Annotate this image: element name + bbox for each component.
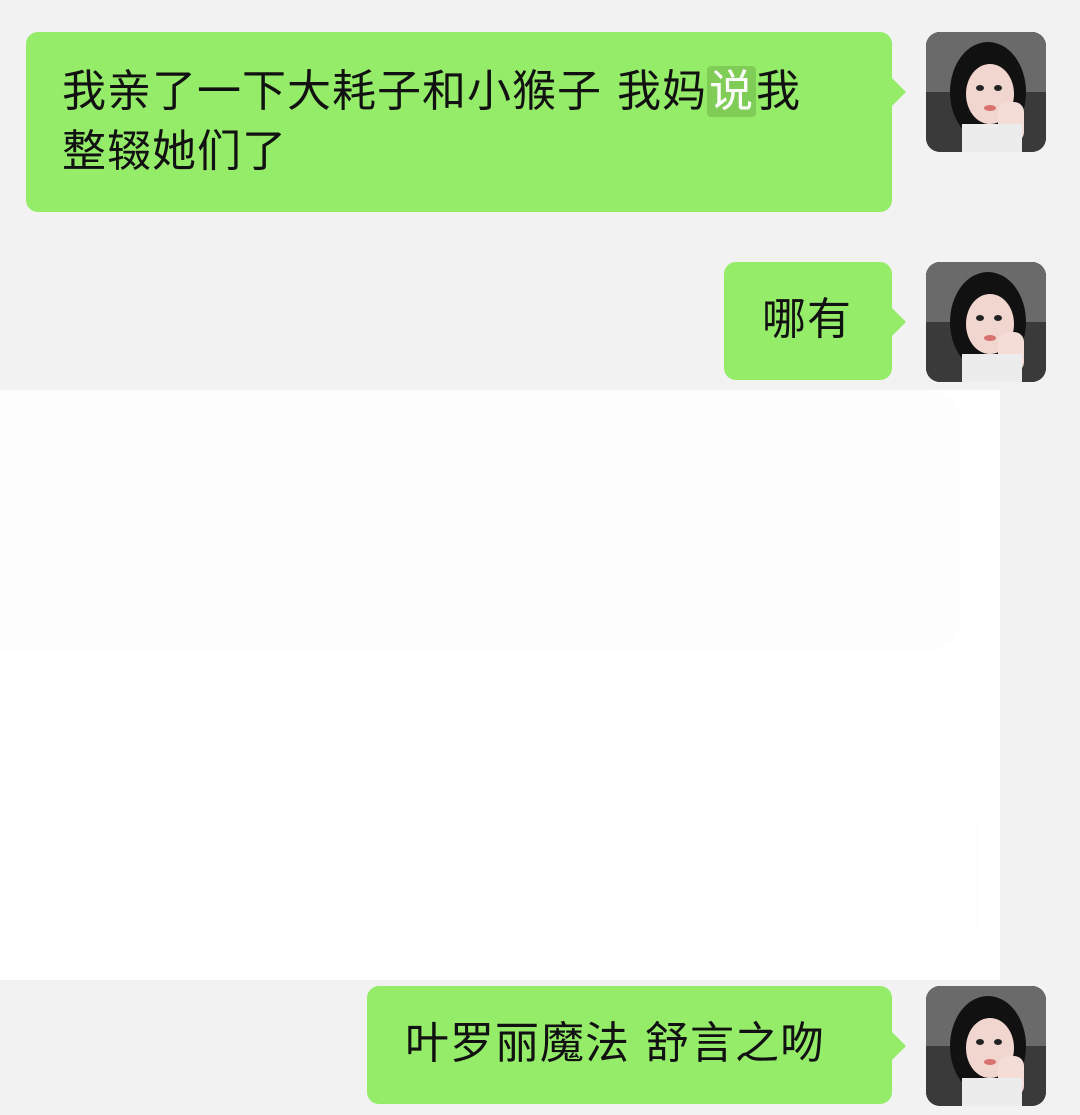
message-bubble-3[interactable]: 叶罗丽魔法 舒言之吻: [367, 986, 906, 1104]
message-3-text: 叶罗丽魔法 舒言之吻: [405, 1018, 825, 1069]
user-photo-icon: [926, 986, 1046, 1106]
avatar[interactable]: [926, 32, 1046, 152]
redacted-area: [0, 390, 960, 650]
redacted-area: [0, 790, 980, 960]
user-photo-icon: [926, 262, 1046, 382]
highlighted-word[interactable]: 说: [707, 66, 756, 117]
message-2-text: 哪有: [762, 294, 852, 345]
avatar[interactable]: [926, 986, 1046, 1106]
message-bubble-2[interactable]: 哪有: [724, 262, 906, 380]
message-bubble-1[interactable]: 我亲了一下大耗子和小猴子 我妈说我 整辍她们了: [26, 32, 906, 212]
message-1-text: 我亲了一下大耗子和小猴子 我妈说我 整辍她们了: [62, 66, 801, 177]
avatar[interactable]: [926, 262, 1046, 382]
user-photo-icon: [926, 32, 1046, 152]
